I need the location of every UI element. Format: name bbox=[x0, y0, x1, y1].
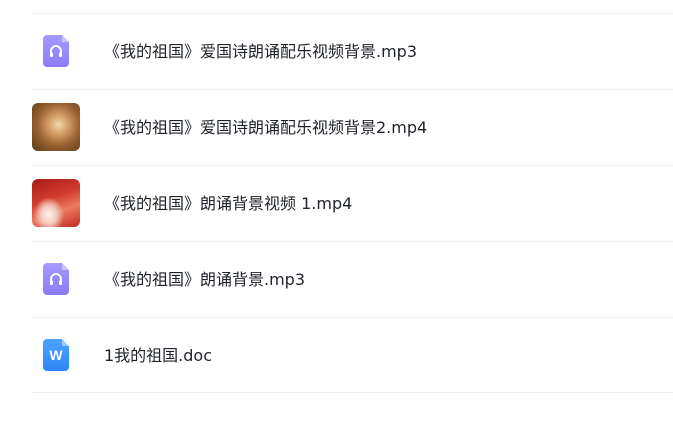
audio-file-icon bbox=[43, 263, 69, 295]
file-row[interactable]: 《我的祖国》爱国诗朗诵配乐视频背景.mp3 bbox=[32, 13, 673, 89]
file-thumb bbox=[32, 27, 80, 75]
file-row[interactable]: 《我的祖国》爱国诗朗诵配乐视频背景2.mp4 bbox=[32, 89, 673, 165]
file-row[interactable]: W 1我的祖国.doc bbox=[32, 317, 673, 393]
file-thumb bbox=[32, 103, 80, 151]
file-name: 《我的祖国》朗诵背景.mp3 bbox=[104, 270, 306, 289]
word-file-icon: W bbox=[43, 339, 69, 371]
file-row[interactable]: 《我的祖国》朗诵背景视频 1.mp4 bbox=[32, 165, 673, 241]
word-letter: W bbox=[49, 347, 63, 363]
file-thumb bbox=[32, 179, 80, 227]
file-list: 《我的祖国》爱国诗朗诵配乐视频背景.mp3 《我的祖国》爱国诗朗诵配乐视频背景2… bbox=[32, 13, 673, 393]
file-name: 《我的祖国》爱国诗朗诵配乐视频背景.mp3 bbox=[104, 42, 418, 61]
video-thumbnail bbox=[32, 179, 80, 227]
file-row[interactable]: 《我的祖国》朗诵背景.mp3 bbox=[32, 241, 673, 317]
file-thumb bbox=[32, 255, 80, 303]
file-thumb: W bbox=[32, 331, 80, 379]
file-name: 《我的祖国》爱国诗朗诵配乐视频背景2.mp4 bbox=[104, 118, 428, 137]
file-name: 《我的祖国》朗诵背景视频 1.mp4 bbox=[104, 194, 353, 213]
audio-file-icon bbox=[43, 35, 69, 67]
video-thumbnail bbox=[32, 103, 80, 151]
file-name: 1我的祖国.doc bbox=[104, 346, 213, 365]
